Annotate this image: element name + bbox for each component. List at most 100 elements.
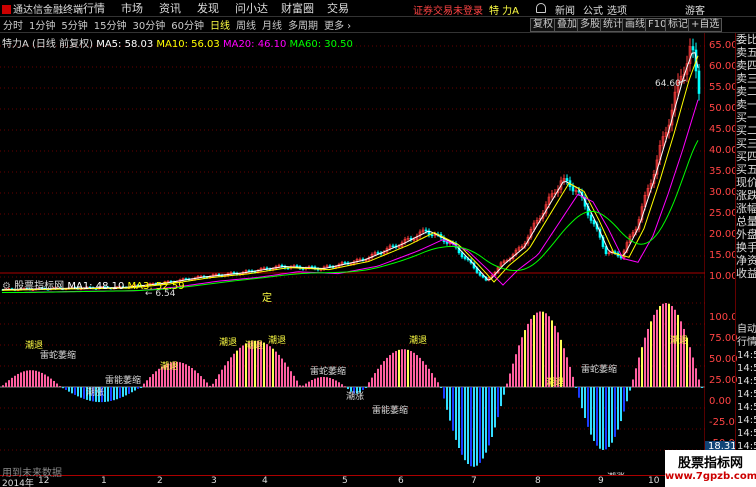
indicator-bar	[296, 380, 298, 387]
signal-label: 雷蛇萎缩	[310, 365, 346, 377]
ma10-line	[2, 55, 699, 291]
period-5min[interactable]: 5分钟	[58, 17, 90, 32]
indicator-bar	[338, 382, 340, 387]
menu-trade[interactable]: 交易	[327, 0, 365, 16]
bell-icon[interactable]	[536, 3, 546, 13]
logo-icon	[2, 4, 11, 14]
price-tick: 25.00	[709, 208, 738, 219]
candle-body	[463, 256, 467, 259]
indicator-bar	[689, 347, 691, 387]
indicator-bar	[209, 385, 211, 387]
indicator-tick: 50.00	[709, 354, 738, 365]
indicator-bar	[149, 377, 151, 387]
login-warning[interactable]: 证券交易未登录特 力A	[413, 2, 519, 17]
indicator-bar	[362, 387, 364, 391]
indicator-bar	[698, 379, 700, 387]
indicator-bar	[284, 362, 286, 387]
menu-discover[interactable]: 发现	[197, 0, 235, 16]
candle-body	[376, 252, 380, 254]
indicator-bar	[518, 345, 520, 387]
menu-wealth[interactable]: 财富圈	[281, 0, 327, 16]
price-tick: 45.00	[709, 124, 738, 135]
indicator-bar	[14, 375, 16, 387]
indicator-bar	[59, 386, 61, 388]
adjust-button[interactable]: 复权	[530, 18, 556, 32]
indicator-bar	[236, 350, 238, 387]
menu-market[interactable]: 市场	[121, 0, 159, 16]
indicator-bar	[29, 370, 31, 387]
indicator-bar	[335, 380, 337, 387]
indicator-bar	[185, 364, 187, 387]
indicator-bar	[398, 349, 400, 387]
indicator-bar	[17, 373, 19, 387]
indicator-bar	[452, 387, 454, 431]
indicator-bar	[191, 368, 193, 387]
quote-field-label: 涨幅	[736, 202, 756, 215]
indicator-bar	[227, 361, 229, 387]
menu-guest[interactable]: 游客	[685, 2, 705, 17]
more-label: 更多	[323, 21, 344, 32]
indicator-bar	[599, 387, 601, 449]
indicator-bar	[305, 383, 307, 387]
period-60min[interactable]: 60分钟	[168, 17, 207, 32]
indicator-bar	[575, 387, 577, 388]
period-30min[interactable]: 30分钟	[129, 17, 168, 32]
indicator-bar	[287, 366, 289, 387]
indicator-bar	[35, 370, 37, 387]
period-week[interactable]: 周线	[233, 17, 259, 32]
indicator-bar	[155, 371, 157, 387]
indicator-bar	[302, 385, 304, 387]
watermark-url: www.7gpzb.com	[665, 471, 756, 482]
indicator-bar	[533, 315, 535, 387]
signal-label: 雷蛇萎缩	[581, 363, 617, 375]
chart-mode: (日线 前复权)	[32, 39, 94, 50]
candle-body	[295, 265, 299, 267]
period-month[interactable]: 月线	[259, 17, 285, 32]
indicator-bar	[500, 387, 502, 407]
period-day[interactable]: 日线	[207, 17, 233, 32]
quote-panel: 委比 卖五 卖四 卖三 卖二 卖一 买一 买二 买三 买四 买五 现价 涨跌 涨幅 总量 外盘 换手 净资 收益	[735, 33, 756, 323]
date-tick: 5	[342, 476, 348, 486]
indicator-bar	[551, 320, 553, 387]
period-15min[interactable]: 15分钟	[91, 17, 130, 32]
indicator-bar	[413, 352, 415, 387]
indicator-bar	[5, 382, 7, 387]
indicator-bar	[446, 387, 448, 410]
period-tick[interactable]: 分时	[0, 17, 26, 32]
indicator-bar	[464, 387, 466, 461]
indicator-bar	[521, 337, 523, 387]
quote-field-label: 总量	[736, 215, 756, 228]
tick-time: 14:55	[737, 415, 756, 426]
candle-body	[565, 178, 569, 181]
indicator-bar	[71, 387, 73, 394]
period-multi[interactable]: 多周期	[285, 17, 321, 32]
indicator-bar	[566, 357, 568, 387]
indicator-bar	[386, 357, 388, 387]
indicator-bar	[53, 380, 55, 387]
indicator-bar	[146, 380, 148, 387]
add-watchlist-button[interactable]: +自选	[688, 18, 723, 32]
indicator-bar	[290, 371, 292, 387]
menu-quotes[interactable]: 行情	[83, 0, 121, 16]
indicator-bar	[395, 351, 397, 387]
menu-options[interactable]: 选项	[607, 2, 627, 17]
indicator-bar	[137, 387, 139, 389]
indicator-bar	[692, 357, 694, 387]
indicator-bar	[377, 368, 379, 387]
indicator-bar	[371, 377, 373, 387]
settings-icon[interactable]: ⚙	[2, 281, 11, 292]
period-1min[interactable]: 1分钟	[26, 17, 58, 32]
indicator-bar	[143, 383, 145, 387]
signal-label: 潮退	[670, 334, 688, 346]
indicator-bar	[116, 387, 118, 400]
app-logo: 通达信金融终端	[0, 1, 83, 16]
kline-chart[interactable]: 64.60← 6.54 定潮退雷蛇萎缩潮涨潮退潮退 潮退 潮退雷能萎缩雷蛇萎缩潮涨潮退…	[0, 33, 705, 475]
period-more[interactable]: 更多 ›	[321, 17, 354, 32]
menu-newsfeed[interactable]: 新闻	[555, 2, 575, 17]
menu-ask[interactable]: 问小达	[235, 0, 281, 16]
indicator-bar	[389, 355, 391, 387]
menu-news[interactable]: 资讯	[159, 0, 197, 16]
candle-body	[343, 262, 347, 264]
signal-label: 潮退	[160, 360, 178, 372]
menu-formula[interactable]: 公式	[583, 2, 603, 17]
